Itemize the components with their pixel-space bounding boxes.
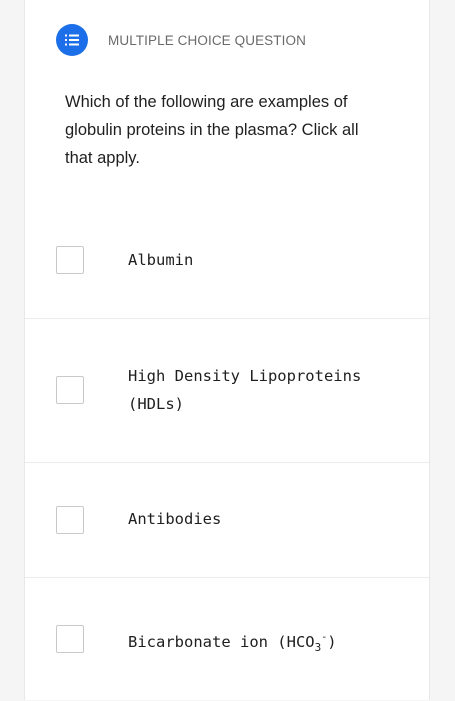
option-label: Albumin (128, 251, 194, 269)
option-label: High Density Lipoproteins (HDLs) (128, 367, 362, 413)
option-checkbox[interactable] (56, 625, 84, 653)
option-hdls[interactable]: High Density Lipoproteins (HDLs) (25, 318, 429, 463)
option-checkbox[interactable] (56, 506, 84, 534)
question-type-label: MULTIPLE CHOICE QUESTION (108, 32, 306, 48)
question-card: MULTIPLE CHOICE QUESTION Which of the fo… (24, 0, 430, 700)
question-type-header: MULTIPLE CHOICE QUESTION (56, 24, 306, 56)
question-text: Which of the following are examples of g… (65, 93, 359, 167)
option-antibodies[interactable]: Antibodies (25, 462, 429, 578)
option-checkbox[interactable] (56, 376, 84, 404)
option-label: Antibodies (128, 510, 222, 528)
list-icon (56, 24, 88, 56)
option-label: Bicarbonate ion (HCO3-) (128, 632, 337, 654)
option-checkbox[interactable] (56, 246, 84, 274)
option-bicarbonate[interactable]: Bicarbonate ion (HCO3-) (25, 577, 429, 701)
option-albumin[interactable]: Albumin (25, 205, 429, 318)
